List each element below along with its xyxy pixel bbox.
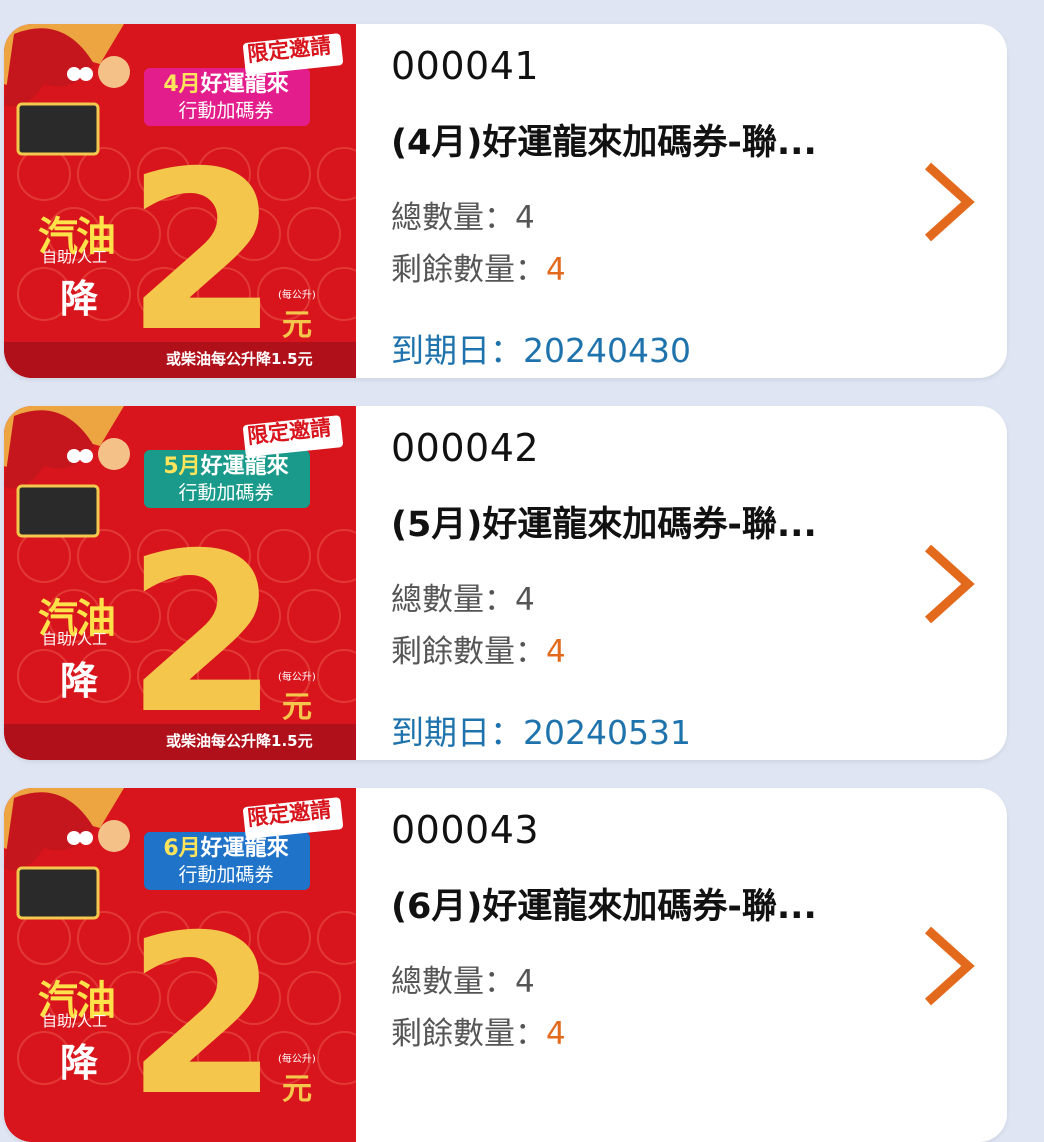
- unit-label: 元: [282, 1072, 312, 1107]
- banner-subtitle: 行動加碼券: [178, 482, 274, 504]
- coupon-code: 000043: [391, 808, 540, 852]
- service-label: 自助/人工: [42, 630, 108, 648]
- banner-subtitle: 行動加碼券: [178, 100, 274, 122]
- service-label: 自助/人工: [42, 248, 108, 266]
- banner-title: 4月好運龍來: [163, 72, 289, 97]
- chevron-right-icon[interactable]: [918, 542, 978, 626]
- expiry-date: 到期日：20240531: [391, 713, 691, 752]
- reduce-label: 降: [60, 277, 99, 321]
- unit-label: 元: [282, 690, 312, 725]
- reduce-label: 降: [60, 659, 99, 703]
- remaining-quantity: 剩餘數量：4: [391, 1016, 566, 1052]
- per-liter-label: (每公升): [278, 290, 316, 301]
- remaining-quantity: 剩餘數量：4: [391, 252, 566, 288]
- coupon-title: (5月)好運龍來加碼券-聯...: [391, 505, 817, 545]
- coupon-title: (6月)好運龍來加碼券-聯...: [391, 887, 817, 927]
- discount-amount: 2: [126, 506, 280, 760]
- per-liter-label: (每公升): [278, 672, 316, 683]
- banner-title: 6月好運龍來: [163, 836, 289, 861]
- coupon-card[interactable]: 限定邀請 6月好運龍來 行動加碼券 汽油 自助/人工 降 2 (每公升) 元 0…: [4, 788, 1007, 1142]
- discount-amount: 2: [126, 888, 280, 1142]
- chevron-right-icon[interactable]: [918, 924, 978, 1008]
- coupon-card[interactable]: 限定邀請 4月好運龍來 行動加碼券 汽油 自助/人工 降 2 (每公升) 元 或…: [4, 24, 1007, 378]
- remaining-quantity: 剩餘數量：4: [391, 634, 566, 670]
- coupon-image: 限定邀請 4月好運龍來 行動加碼券 汽油 自助/人工 降 2 (每公升) 元 或…: [4, 24, 356, 378]
- coupon-card[interactable]: 限定邀請 5月好運龍來 行動加碼券 汽油 自助/人工 降 2 (每公升) 元 或…: [4, 406, 1007, 760]
- chevron-right-icon[interactable]: [918, 160, 978, 244]
- total-quantity: 總數量：4: [391, 200, 535, 236]
- coupon-code: 000042: [391, 426, 540, 470]
- total-quantity: 總數量：4: [391, 964, 535, 1000]
- unit-label: 元: [282, 308, 312, 343]
- expiry-date: 到期日：20240430: [391, 331, 691, 370]
- discount-amount: 2: [126, 124, 280, 378]
- diesel-note: 或柴油每公升降1.5元: [166, 732, 313, 750]
- diesel-note: 或柴油每公升降1.5元: [166, 350, 313, 368]
- per-liter-label: (每公升): [278, 1054, 316, 1065]
- total-quantity: 總數量：4: [391, 582, 535, 618]
- coupon-image: 限定邀請 5月好運龍來 行動加碼券 汽油 自助/人工 降 2 (每公升) 元 或…: [4, 406, 356, 760]
- reduce-label: 降: [60, 1041, 99, 1085]
- coupon-code: 000041: [391, 44, 540, 88]
- service-label: 自助/人工: [42, 1012, 108, 1030]
- coupon-title: (4月)好運龍來加碼券-聯...: [391, 123, 817, 163]
- banner-subtitle: 行動加碼券: [178, 864, 274, 886]
- coupon-image: 限定邀請 6月好運龍來 行動加碼券 汽油 自助/人工 降 2 (每公升) 元: [4, 788, 356, 1142]
- banner-title: 5月好運龍來: [163, 454, 289, 479]
